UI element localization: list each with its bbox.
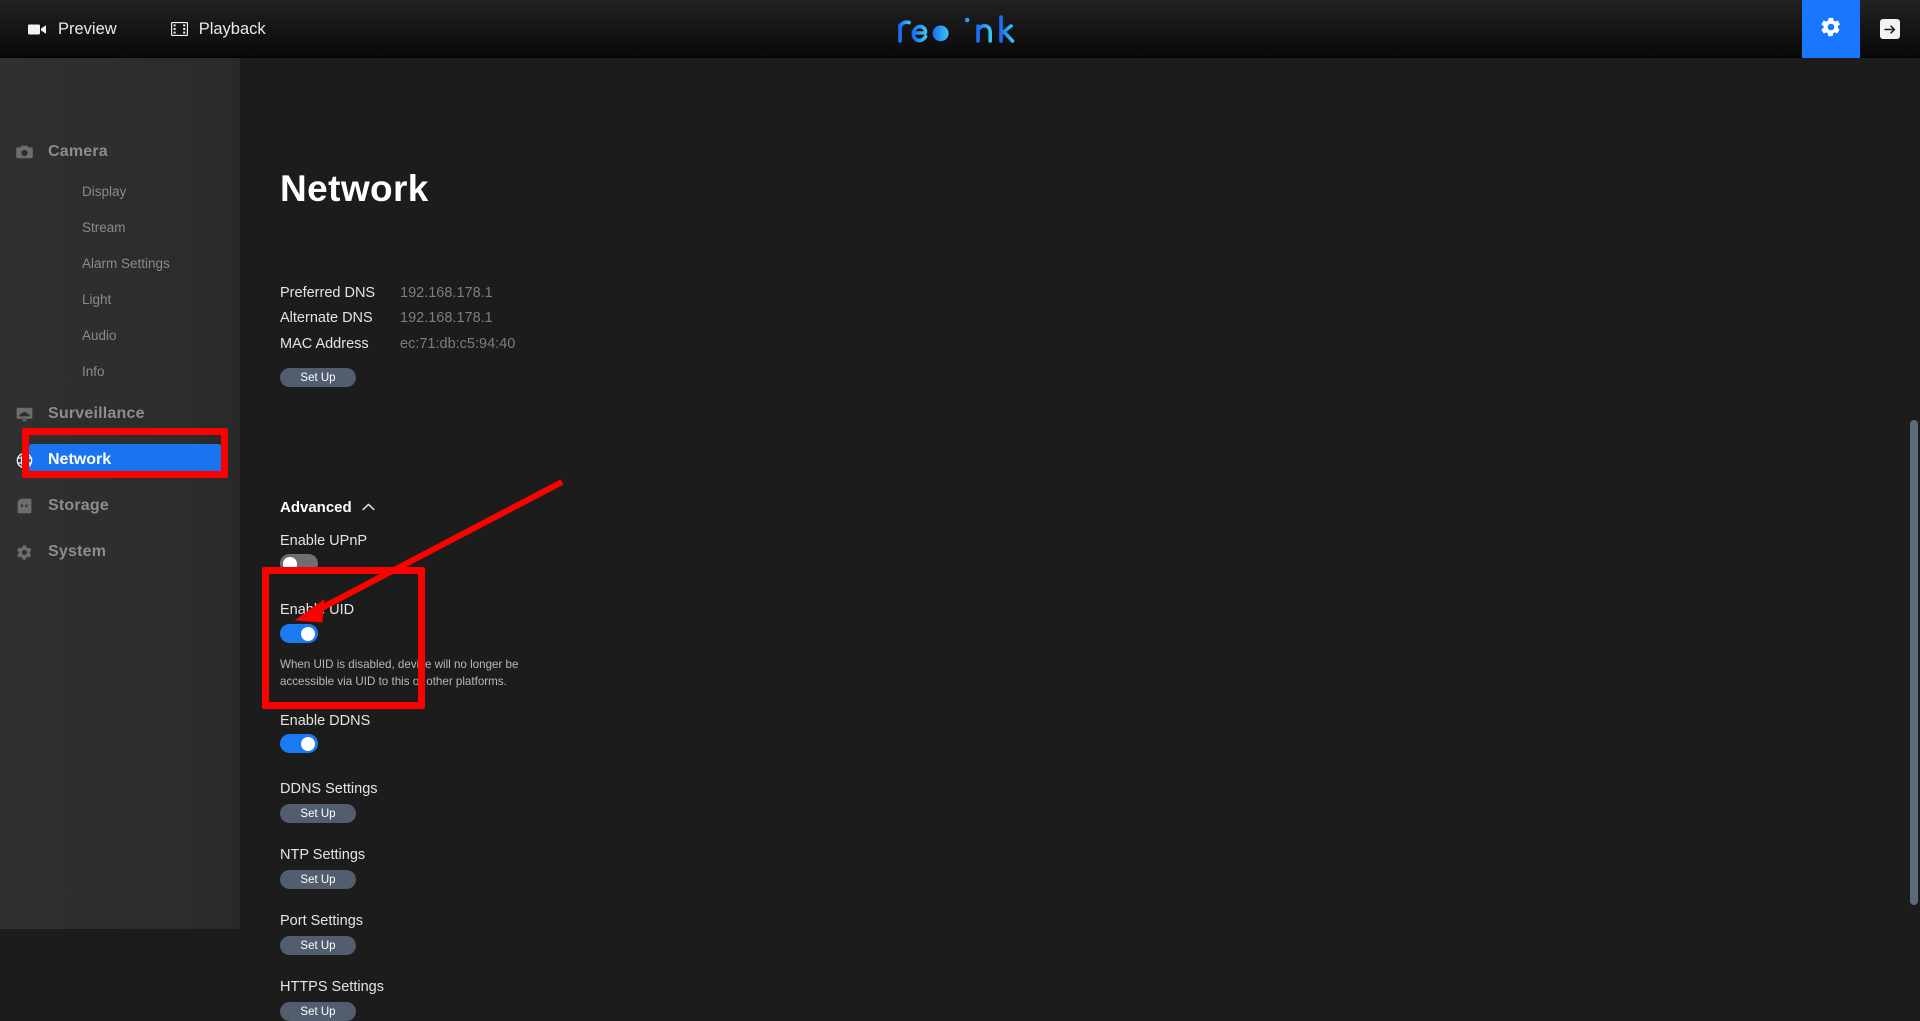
info-key-alternate-dns: Alternate DNS [280, 310, 373, 326]
label-https-settings: HTTPS Settings [280, 979, 384, 995]
sidebar-label-camera: Camera [48, 143, 108, 160]
sidebar-item-surveillance[interactable]: Surveillance [0, 398, 240, 430]
sidebar-item-stream[interactable]: Stream [0, 214, 240, 240]
sidebar-item-storage[interactable]: Storage [0, 490, 240, 522]
globe-icon [0, 452, 48, 469]
info-value-alternate-dns: 192.168.178.1 [400, 310, 493, 326]
https-settings-setup-button[interactable]: Set Up [280, 1002, 356, 1021]
logout-button[interactable] [1860, 0, 1920, 58]
monitor-icon [0, 407, 48, 422]
toggle-knob [301, 736, 315, 751]
gear-icon [1820, 16, 1842, 43]
info-row-mac-address: MAC Address ec:71:db:c5:94:40 [280, 336, 515, 352]
vertical-scrollbar-thumb[interactable] [1910, 420, 1918, 905]
label-ddns-settings: DDNS Settings [280, 781, 378, 797]
label-ntp-settings: NTP Settings [280, 847, 366, 863]
sidebar: Camera Display Stream Alarm Settings Lig… [0, 58, 240, 929]
port-settings-setup-button[interactable]: Set Up [280, 936, 356, 955]
hint-enable-uid: When UID is disabled, device will no lon… [280, 658, 519, 688]
label-enable-ddns: Enable DDNS [280, 713, 371, 729]
ntp-settings-setup-button[interactable]: Set Up [280, 870, 356, 889]
video-camera-icon [28, 23, 47, 36]
vertical-scrollbar-track[interactable] [1908, 58, 1920, 929]
sidebar-item-network[interactable]: Network [16, 444, 222, 476]
sidebar-label-stream: Stream [82, 219, 126, 235]
toggle-enable-uid[interactable] [280, 624, 318, 643]
toggle-knob [301, 626, 315, 641]
info-key-mac-address: MAC Address [280, 336, 369, 352]
top-nav-item-preview[interactable]: Preview [28, 0, 117, 58]
main-content: Network Preferred DNS 192.168.178.1 Alte… [240, 58, 1920, 1021]
info-row-preferred-dns: Preferred DNS 192.168.178.1 [280, 285, 493, 301]
sidebar-label-system: System [48, 543, 107, 560]
top-nav-label-playback: Playback [198, 19, 266, 38]
gear-icon [0, 544, 48, 561]
film-strip-icon [170, 22, 188, 36]
sidebar-item-light[interactable]: Light [0, 286, 240, 312]
sidebar-item-info[interactable]: Info [0, 358, 240, 384]
top-nav-label-preview: Preview [58, 19, 117, 38]
camera-icon [0, 145, 48, 159]
network-setup-button[interactable]: Set Up [280, 368, 356, 387]
info-key-preferred-dns: Preferred DNS [280, 285, 376, 301]
label-port-settings: Port Settings [280, 913, 364, 929]
sidebar-item-network-wrap: Network [0, 444, 240, 476]
reolink-logo [0, 11, 1920, 50]
sd-card-icon [0, 498, 48, 514]
toggle-knob [283, 556, 297, 571]
sidebar-item-audio[interactable]: Audio [0, 322, 240, 348]
advanced-title: Advanced [280, 498, 352, 516]
sidebar-label-display: Display [82, 183, 127, 199]
sidebar-label-light: Light [82, 291, 112, 307]
top-nav-item-playback[interactable]: Playback [170, 0, 266, 58]
ddns-settings-setup-button[interactable]: Set Up [280, 804, 356, 823]
info-value-preferred-dns: 192.168.178.1 [400, 285, 493, 301]
sidebar-item-alarm-settings[interactable]: Alarm Settings [0, 250, 240, 276]
sidebar-item-camera[interactable]: Camera [0, 136, 240, 168]
top-bar-actions [1802, 0, 1920, 58]
top-nav: Preview Playback [0, 0, 266, 58]
info-row-alternate-dns: Alternate DNS 192.168.178.1 [280, 310, 493, 326]
exit-arrow-icon [1880, 19, 1900, 39]
sidebar-label-network: Network [48, 451, 112, 468]
label-enable-uid: Enable UID [280, 602, 355, 618]
sidebar-label-surveillance: Surveillance [48, 405, 145, 422]
top-bar: Preview Playback [0, 0, 1920, 58]
label-enable-upnp: Enable UPnP [280, 533, 368, 549]
sidebar-item-system[interactable]: System [0, 536, 240, 568]
advanced-section-header[interactable]: Advanced [280, 498, 375, 516]
settings-button[interactable] [1802, 0, 1860, 58]
toggle-enable-upnp[interactable] [280, 554, 318, 573]
page-title: Network [280, 168, 429, 209]
info-value-mac-address: ec:71:db:c5:94:40 [400, 336, 516, 352]
sidebar-item-display[interactable]: Display [0, 178, 240, 204]
sidebar-label-info: Info [82, 363, 105, 379]
chevron-up-icon [362, 498, 375, 516]
sidebar-label-audio: Audio [82, 327, 117, 343]
sidebar-label-alarm-settings: Alarm Settings [82, 255, 170, 271]
sidebar-label-storage: Storage [48, 497, 109, 514]
toggle-enable-ddns[interactable] [280, 734, 318, 753]
